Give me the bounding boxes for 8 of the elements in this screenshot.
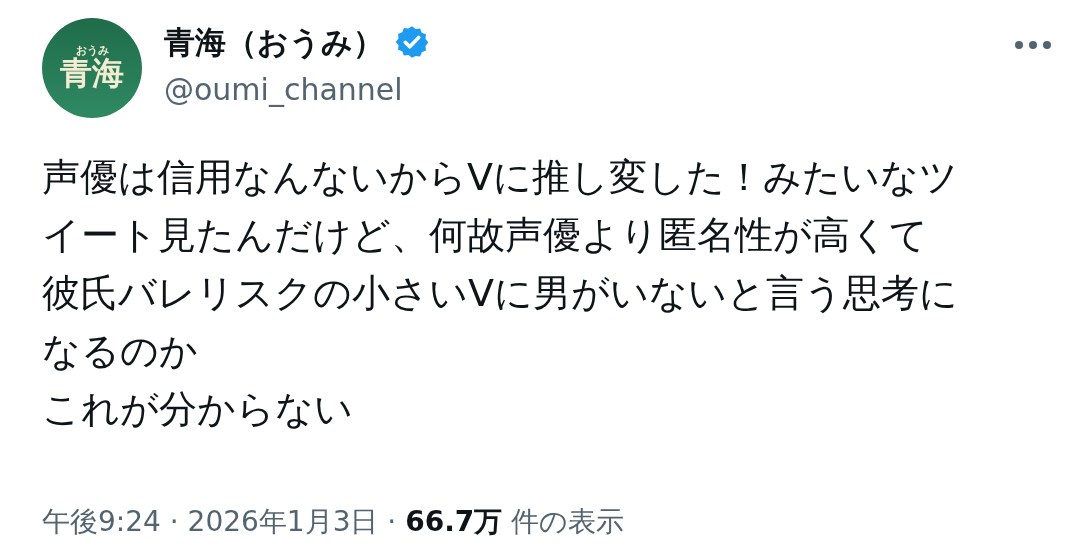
display-name[interactable]: 青海（おうみ） [164,20,384,64]
tweet-text: 声優は信用なんないからVに推し変した！みたいなツ イート見たんだけど、何故声優より匿名性が高くて 彼氏バレリスクの小さいVに男がいないと言う思考に なるのか これが分からない [42,154,959,433]
logo-title: 青海 [60,55,124,92]
logo-subtitle: おうみ [75,44,109,56]
avatar-logo[interactable]: おうみ 青海 [42,18,142,118]
more-options-icon[interactable] [1014,40,1052,50]
tweet-metadata: 午後9:24 · 2026年1月3日 · 66.7万 件の表示 [42,504,626,540]
user-handle[interactable]: @oumi_channel [164,68,992,112]
